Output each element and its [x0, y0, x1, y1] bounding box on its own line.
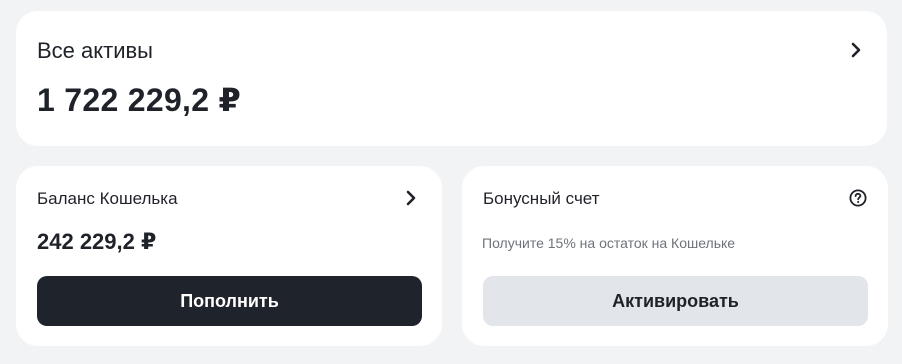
total-assets-title: Все активы	[37, 38, 153, 63]
total-assets-amount: 1 722 229,2 ₽	[37, 82, 242, 118]
activate-button[interactable]: Активировать	[483, 276, 868, 326]
bonus-hint-text: Получите 15% на остаток на Кошельке	[482, 235, 736, 251]
bonus-account-card: Бонусный счет Получите 15% на остаток на…	[462, 166, 888, 346]
top-up-button[interactable]: Пополнить	[37, 276, 422, 326]
wallet-balance-amount: 242 229,2 ₽	[37, 229, 157, 254]
chevron-right-icon[interactable]	[845, 39, 867, 61]
wallet-balance-title[interactable]: Баланс Кошелька	[37, 188, 178, 210]
total-assets-card[interactable]: Все активы 1 722 229,2 ₽	[16, 11, 887, 146]
question-circle-icon[interactable]	[848, 188, 868, 208]
chevron-right-icon[interactable]	[400, 187, 422, 209]
bonus-account-title: Бонусный счет	[483, 189, 600, 208]
wallet-balance-card: Баланс Кошелька 242 229,2 ₽ Пополнить	[16, 166, 442, 346]
